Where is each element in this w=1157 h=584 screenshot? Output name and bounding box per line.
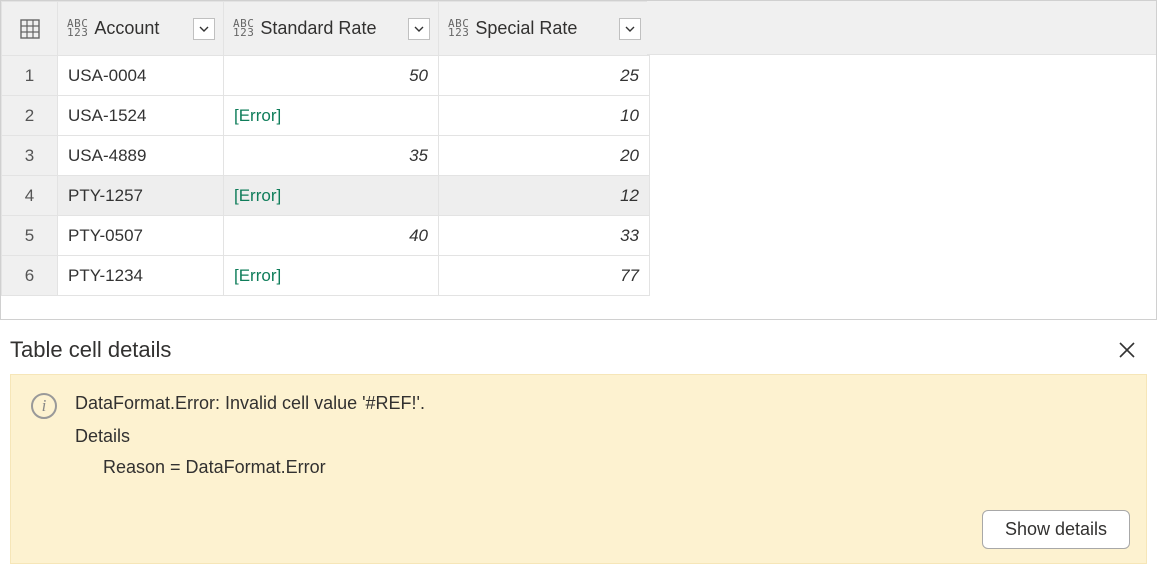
chevron-down-icon (625, 24, 635, 34)
details-label: Details (75, 426, 425, 447)
cell-special-rate[interactable]: 25 (439, 56, 650, 96)
cell-special-rate[interactable]: 10 (439, 96, 650, 136)
cell-special-rate[interactable]: 12 (439, 176, 650, 216)
cell-special-rate[interactable]: 20 (439, 136, 650, 176)
cell-account[interactable]: PTY-0507 (58, 216, 224, 256)
table-row[interactable]: 3USA-48893520 (2, 136, 650, 176)
cell-special-rate[interactable]: 33 (439, 216, 650, 256)
datatype-any-icon: ABC 123 (66, 20, 89, 37)
column-header-standard-rate[interactable]: ABC 123 Standard Rate (224, 2, 439, 56)
row-number[interactable]: 3 (2, 136, 58, 176)
header-filler (647, 1, 1156, 55)
cell-details-panel: Table cell details i DataFormat.Error: I… (0, 320, 1157, 574)
close-button[interactable] (1113, 336, 1141, 364)
row-number[interactable]: 5 (2, 216, 58, 256)
table-row[interactable]: 5PTY-05074033 (2, 216, 650, 256)
cell-account[interactable]: USA-0004 (58, 56, 224, 96)
details-title: Table cell details (10, 337, 171, 363)
row-number[interactable]: 6 (2, 256, 58, 296)
details-reason: Reason = DataFormat.Error (75, 457, 425, 478)
row-number[interactable]: 4 (2, 176, 58, 216)
info-banner: i DataFormat.Error: Invalid cell value '… (10, 374, 1147, 564)
filter-button-standard-rate[interactable] (408, 18, 430, 40)
cell-error[interactable]: [Error] (224, 256, 439, 296)
table-row[interactable]: 1USA-00045025 (2, 56, 650, 96)
info-icon: i (31, 393, 57, 419)
chevron-down-icon (199, 24, 209, 34)
column-label: Special Rate (475, 18, 614, 39)
cell-error[interactable]: [Error] (224, 176, 439, 216)
table-icon (19, 18, 41, 40)
table-row[interactable]: 4PTY-1257[Error]12 (2, 176, 650, 216)
row-number[interactable]: 1 (2, 56, 58, 96)
column-header-account[interactable]: ABC 123 Account (58, 2, 224, 56)
cell-standard-rate[interactable]: 50 (224, 56, 439, 96)
cell-account[interactable]: USA-1524 (58, 96, 224, 136)
table-row[interactable]: 2USA-1524[Error]10 (2, 96, 650, 136)
error-message: DataFormat.Error: Invalid cell value '#R… (75, 393, 425, 414)
column-label: Standard Rate (260, 18, 403, 39)
cell-special-rate[interactable]: 77 (439, 256, 650, 296)
filter-button-special-rate[interactable] (619, 18, 641, 40)
cell-account[interactable]: PTY-1257 (58, 176, 224, 216)
row-number[interactable]: 2 (2, 96, 58, 136)
cell-account[interactable]: PTY-1234 (58, 256, 224, 296)
cell-standard-rate[interactable]: 40 (224, 216, 439, 256)
datatype-any-icon: ABC 123 (447, 20, 470, 37)
chevron-down-icon (414, 24, 424, 34)
filter-button-account[interactable] (193, 18, 215, 40)
table-row[interactable]: 6PTY-1234[Error]77 (2, 256, 650, 296)
show-details-button[interactable]: Show details (982, 510, 1130, 549)
cell-error[interactable]: [Error] (224, 96, 439, 136)
column-label: Account (94, 18, 188, 39)
data-grid: ABC 123 Account ABC (0, 0, 1157, 320)
select-all-corner[interactable] (2, 2, 58, 56)
column-header-special-rate[interactable]: ABC 123 Special Rate (439, 2, 650, 56)
cell-standard-rate[interactable]: 35 (224, 136, 439, 176)
datatype-any-icon: ABC 123 (232, 20, 255, 37)
cell-account[interactable]: USA-4889 (58, 136, 224, 176)
column-header-row: ABC 123 Account ABC (2, 2, 650, 56)
close-icon (1118, 341, 1136, 359)
